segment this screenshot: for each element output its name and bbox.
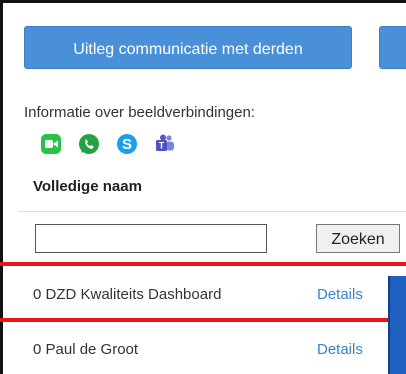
facetime-icon[interactable] bbox=[40, 133, 62, 155]
side-panel bbox=[388, 276, 406, 374]
table-row-name: 0 Paul de Groot bbox=[33, 341, 139, 358]
skype-icon[interactable]: S bbox=[116, 133, 138, 155]
secondary-toolbar-button[interactable] bbox=[379, 26, 406, 69]
header-divider bbox=[18, 211, 406, 212]
video-info-label: Informatie over beeldverbindingen: bbox=[24, 104, 255, 121]
whatsapp-icon[interactable] bbox=[78, 133, 100, 155]
uitleg-communicatie-button[interactable]: Uitleg communicatie met derden bbox=[24, 26, 352, 69]
search-button[interactable]: Zoeken bbox=[316, 224, 400, 253]
teams-icon[interactable]: T bbox=[154, 133, 176, 155]
highlight-line-top bbox=[0, 262, 406, 266]
svg-text:T: T bbox=[159, 141, 165, 151]
details-link[interactable]: Details bbox=[317, 341, 363, 358]
table-row-name: 0 DZD Kwaliteits Dashboard bbox=[33, 286, 222, 303]
column-header-volledige-naam[interactable]: Volledige naam bbox=[33, 178, 142, 195]
svg-text:S: S bbox=[122, 136, 132, 153]
highlight-line-bottom bbox=[0, 318, 388, 322]
details-link[interactable]: Details bbox=[317, 286, 363, 303]
search-input[interactable] bbox=[35, 224, 267, 253]
